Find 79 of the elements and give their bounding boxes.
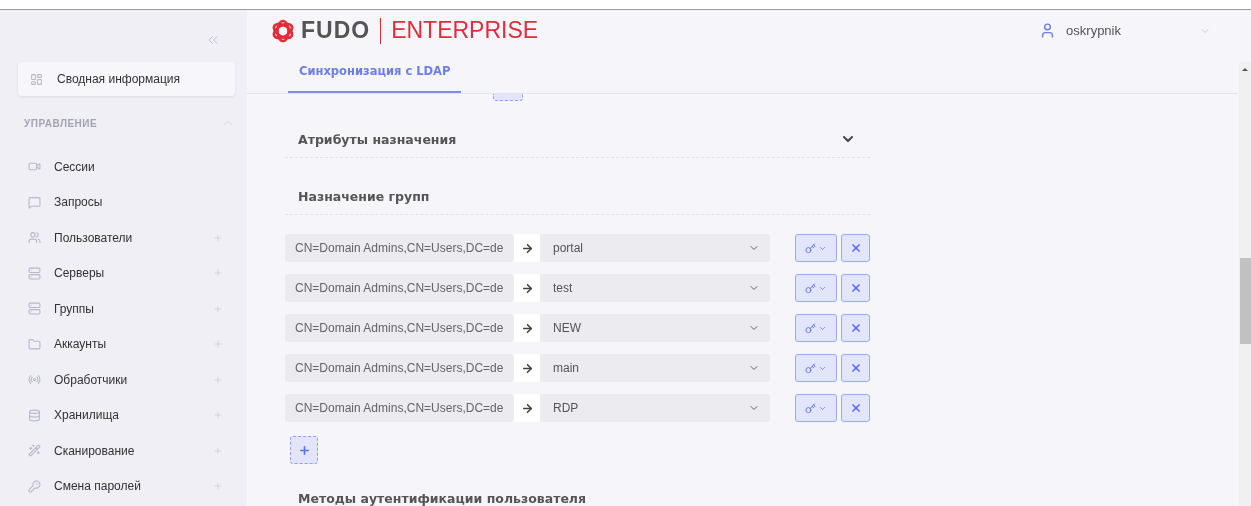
key-menu-button[interactable] — [795, 314, 837, 342]
sidebar-item-label: Обработчики — [54, 372, 129, 387]
requests-icon — [28, 195, 41, 209]
scan-icon — [28, 444, 41, 458]
delete-button[interactable] — [841, 394, 870, 422]
sidebar-item-label: Пользователи — [54, 230, 134, 245]
input-field[interactable]: CN=Domain Admins,CN=Users,DC=de — [285, 314, 514, 342]
dashboard-icon — [30, 72, 43, 86]
key-icon — [805, 322, 816, 334]
sidebar-item-label: Хранилища — [54, 408, 120, 423]
sidebar-item[interactable]: Группы — [0, 291, 247, 327]
logo-icon — [271, 18, 295, 43]
arrow-right-icon — [514, 274, 540, 302]
input-field[interactable]: CN=Domain Admins,CN=Users,DC=de — [285, 274, 514, 302]
servers-icon — [28, 266, 41, 280]
delete-button[interactable] — [841, 274, 870, 302]
product-name: ENTERPRISE — [391, 17, 539, 44]
close-icon — [849, 402, 862, 414]
group-select[interactable]: RDP — [540, 394, 770, 422]
section-title: Назначение групп — [298, 188, 430, 204]
section-heading: УПРАВЛЕНИЕ — [24, 117, 98, 129]
sidebar-item-label: Серверы — [54, 266, 106, 281]
sidebar-item-label: Запросы — [54, 195, 104, 210]
key-menu-button[interactable] — [795, 234, 837, 262]
sidebar-item[interactable]: Аккаунты — [0, 326, 247, 362]
arrow-right-icon — [514, 394, 540, 422]
group-select[interactable]: portal — [540, 234, 770, 262]
input-field[interactable]: CN=Domain Admins,CN=Users,DC=de — [285, 354, 514, 382]
delete-button[interactable] — [841, 354, 870, 382]
sidebar-item-label: Аккаунты — [54, 337, 108, 352]
close-icon — [849, 242, 862, 254]
key-menu-button[interactable] — [795, 354, 837, 382]
sidebar-item[interactable]: Сводная информация — [18, 62, 235, 96]
key-icon — [805, 362, 816, 374]
delete-button[interactable] — [841, 314, 870, 342]
sidebar-item-label: Смена паролей — [54, 479, 142, 494]
storage-icon — [28, 408, 41, 422]
user-name[interactable]: oskrypnik — [1066, 23, 1121, 38]
section-title: Атрибуты назначения — [298, 131, 457, 147]
sidebar-item[interactable]: Сессии — [0, 149, 247, 185]
key-menu-button[interactable] — [795, 394, 837, 422]
sidebar-item[interactable]: Пользователи — [0, 220, 247, 256]
close-icon — [849, 362, 862, 374]
arrow-right-icon — [514, 234, 540, 262]
sidebar-item[interactable]: Серверы — [0, 255, 247, 291]
sidebar-item-label: Сканирование — [54, 443, 136, 458]
sidebar-item[interactable]: Обработчики — [0, 362, 247, 398]
delete-button[interactable] — [841, 234, 870, 262]
group-select[interactable]: main — [540, 354, 770, 382]
users-icon — [28, 231, 41, 245]
key-icon — [805, 282, 816, 294]
group-select[interactable]: NEW — [540, 314, 770, 342]
sidebar-item-label: Сессии — [54, 159, 96, 174]
close-icon — [849, 282, 862, 294]
passwords-icon — [28, 479, 41, 493]
section-title: Методы аутентификации пользователя — [298, 491, 588, 506]
scrollbar[interactable] — [1239, 62, 1251, 506]
dashed-button[interactable] — [493, 94, 523, 101]
group-select[interactable]: test — [540, 274, 770, 302]
groups-icon — [28, 302, 41, 316]
arrow-right-icon — [514, 354, 540, 382]
close-icon — [849, 322, 862, 334]
input-field[interactable]: CN=Domain Admins,CN=Users,DC=de — [285, 394, 514, 422]
brand-name: FUDO — [301, 17, 371, 44]
key-menu-button[interactable] — [795, 274, 837, 302]
section-header[interactable]: Атрибуты назначения — [285, 121, 870, 158]
sidebar-item-label: Группы — [54, 301, 95, 316]
sidebar-item[interactable]: Смена паролей — [0, 468, 247, 504]
sidebar-item[interactable]: Хранилища — [0, 397, 247, 433]
key-icon — [805, 402, 816, 414]
listeners-icon — [28, 373, 41, 387]
add-button[interactable] — [290, 436, 318, 464]
accounts-icon — [28, 337, 41, 351]
plus-icon — [297, 443, 311, 457]
input-field[interactable]: CN=Domain Admins,CN=Users,DC=de — [285, 234, 514, 262]
key-icon — [805, 242, 816, 254]
sidebar-item[interactable]: Запросы — [0, 184, 247, 220]
arrow-right-icon — [514, 314, 540, 342]
sidebar-item[interactable]: Сканирование — [0, 433, 247, 469]
